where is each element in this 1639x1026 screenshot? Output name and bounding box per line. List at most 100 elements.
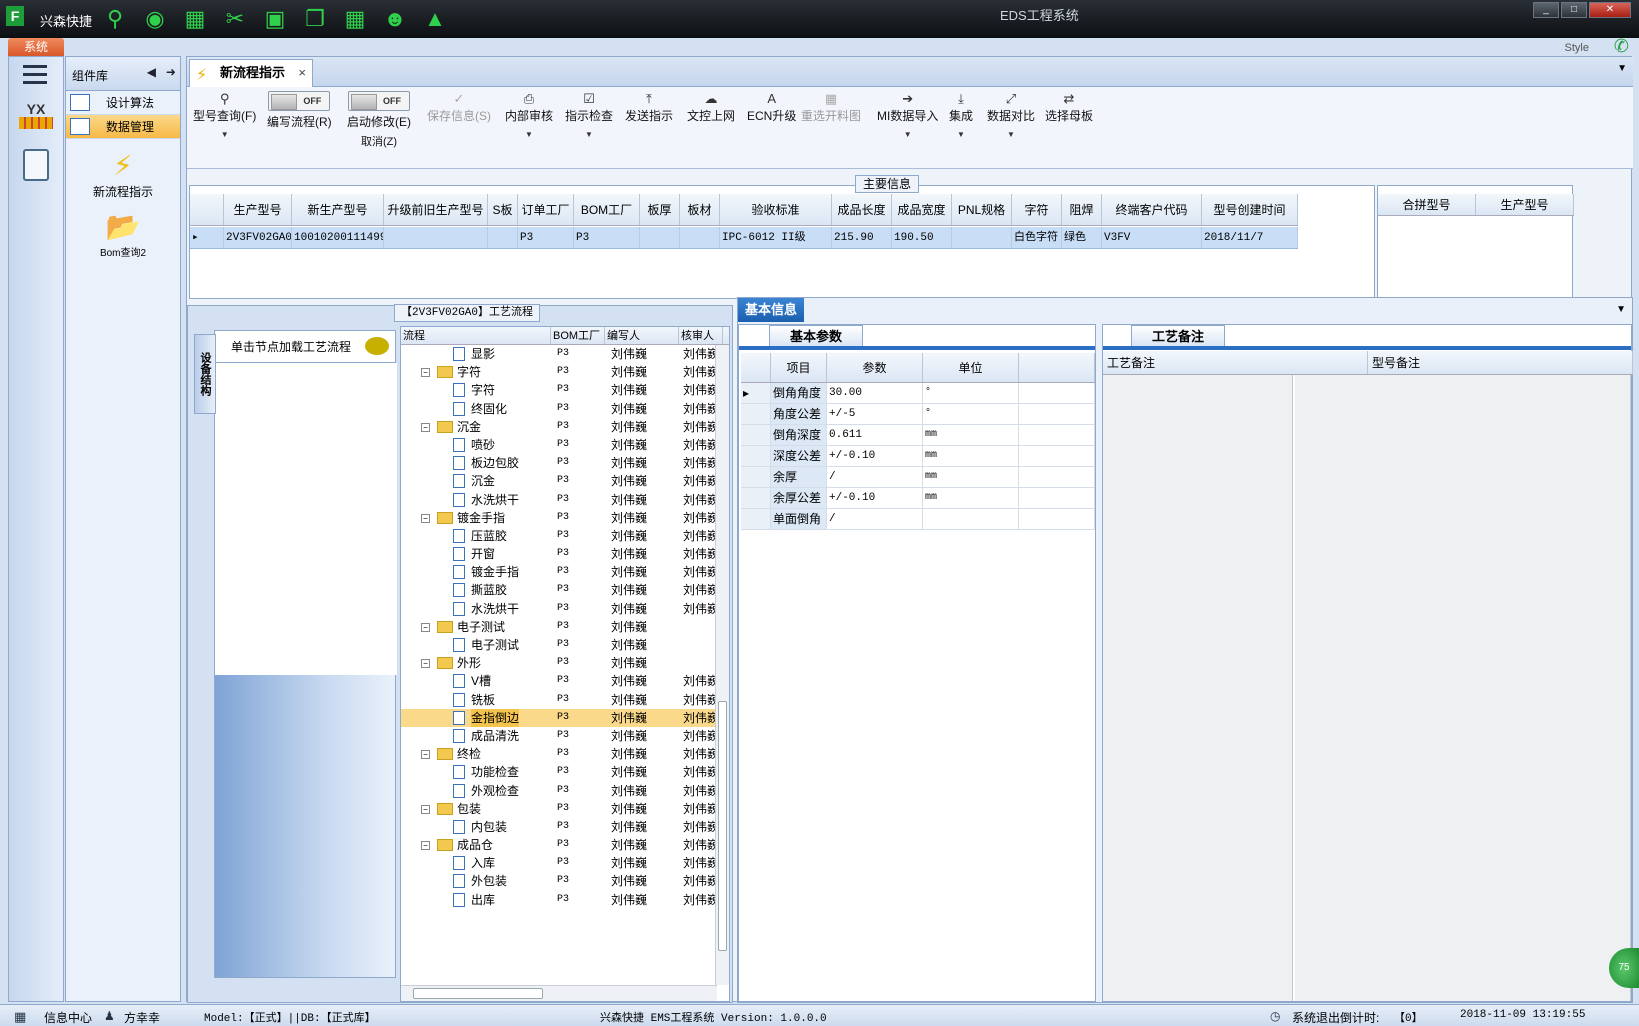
style-menu[interactable]: Style xyxy=(1565,42,1589,54)
doc-upload-button[interactable]: ☁ 文控上网 xyxy=(687,91,735,124)
tab-basic-info[interactable]: 基本信息 xyxy=(738,298,804,322)
column-header[interactable]: 合拼型号 xyxy=(1378,194,1476,215)
row-selector[interactable] xyxy=(741,446,771,466)
save-info-button[interactable]: ✓ 保存信息(S) xyxy=(427,91,491,124)
param-row[interactable]: 余厚 / mm xyxy=(741,467,1095,488)
column-header[interactable]: 核审人 xyxy=(679,327,723,344)
off-toggle[interactable]: OFF xyxy=(348,91,410,111)
column-header[interactable]: 板材 xyxy=(680,194,720,225)
param-unit[interactable]: mm xyxy=(923,467,1019,487)
tree-node[interactable]: 喷砂 P3 刘伟巍 刘伟巍 xyxy=(401,436,729,454)
param-unit[interactable]: ° xyxy=(923,383,1019,403)
tree-node[interactable]: 板边包胶 P3 刘伟巍 刘伟巍 xyxy=(401,454,729,472)
close-button[interactable]: ✕ xyxy=(1589,2,1631,18)
table-cell[interactable]: 2018/11/7 xyxy=(1202,227,1298,248)
column-header[interactable]: 生产型号 xyxy=(1476,194,1574,215)
table-cell[interactable] xyxy=(384,227,488,248)
tree-node[interactable]: 镀金手指 P3 刘伟巍 刘伟巍 xyxy=(401,563,729,581)
tree-node[interactable]: 字符 P3 刘伟巍 刘伟巍 xyxy=(401,381,729,399)
tree-node[interactable]: − 沉金 P3 刘伟巍 刘伟巍 xyxy=(401,418,729,436)
column-header[interactable]: 生产型号 xyxy=(224,194,292,225)
table-cell[interactable]: IPC-6012 II级 xyxy=(720,227,832,248)
tree-node[interactable]: 撕蓝胶 P3 刘伟巍 刘伟巍 xyxy=(401,581,729,599)
library-item-bom-query[interactable]: 📂 Bom查询2 xyxy=(66,210,180,259)
param-value[interactable]: 30.00 xyxy=(827,383,923,403)
process-notes-textarea[interactable] xyxy=(1103,375,1293,1001)
minimize-button[interactable]: _ xyxy=(1533,2,1559,18)
table-cell[interactable]: 10010200111499 xyxy=(292,227,384,248)
row-selector[interactable] xyxy=(741,509,771,529)
collapse-icon[interactable]: − xyxy=(421,659,430,669)
tree-node[interactable]: 内包装 P3 刘伟巍 刘伟巍 xyxy=(401,818,729,836)
tree-node[interactable]: 出库 P3 刘伟巍 刘伟巍 xyxy=(401,891,729,909)
param-unit[interactable]: mm xyxy=(923,446,1019,466)
row-selector[interactable] xyxy=(741,425,771,445)
row-selector[interactable] xyxy=(741,404,771,424)
select-master-button[interactable]: ⇄ 选择母板 xyxy=(1045,91,1093,124)
scrollbar-thumb[interactable] xyxy=(413,988,543,999)
tree-node[interactable]: 显影 P3 刘伟巍 刘伟巍 xyxy=(401,345,729,363)
horizontal-scrollbar[interactable] xyxy=(401,985,717,1001)
param-row[interactable]: 单面倒角 / xyxy=(741,509,1095,530)
column-header[interactable]: S板 xyxy=(488,194,518,225)
calculator-icon[interactable] xyxy=(23,149,49,181)
library-item-new-flow[interactable]: ⚡ 新流程指示 xyxy=(66,149,180,200)
column-header[interactable]: 流程 xyxy=(401,327,551,344)
start-modify-toggle[interactable]: OFF 启动修改(E) 取消(Z) xyxy=(347,91,411,149)
film-icon[interactable]: ▣ xyxy=(260,5,290,33)
column-header[interactable]: 验收标准 xyxy=(720,194,832,225)
chevron-down-icon[interactable]: ▼ xyxy=(1617,63,1627,74)
column-header[interactable]: 工艺备注 xyxy=(1103,351,1368,374)
mi-import-button[interactable]: ➔ MI数据导入 ▼ xyxy=(877,91,938,139)
tree-node[interactable]: 开窗 P3 刘伟巍 刘伟巍 xyxy=(401,545,729,563)
tree-node[interactable]: − 电子测试 P3 刘伟巍 xyxy=(401,618,729,636)
column-header[interactable]: BOM工厂 xyxy=(551,327,605,344)
copy-icon[interactable]: ❐ xyxy=(300,5,330,33)
tab-equipment-structure[interactable]: 设备结构 xyxy=(194,334,216,414)
search-icon[interactable]: ⚲ xyxy=(100,5,130,33)
collapse-icon[interactable]: − xyxy=(421,841,430,851)
param-row[interactable]: ▸ 倒角角度 30.00 ° xyxy=(741,383,1095,404)
collapse-arrow-icon[interactable]: ◀ ➜ xyxy=(147,65,176,79)
integration-button[interactable]: ⤓ 集成 ▼ xyxy=(949,91,973,139)
internal-review-button[interactable]: ⎙ 内部审核 ▼ xyxy=(505,91,553,139)
row-pointer-icon[interactable]: ▸ xyxy=(741,383,771,403)
lifebuoy-icon[interactable]: ◉ xyxy=(140,5,170,33)
column-header[interactable]: 阻焊 xyxy=(1062,194,1102,225)
row-selector[interactable] xyxy=(741,467,771,487)
tree-node[interactable]: V槽 P3 刘伟巍 刘伟巍 xyxy=(401,672,729,690)
scrollbar-thumb[interactable] xyxy=(718,701,727,951)
tree-node[interactable]: 金指倒边 P3 刘伟巍 刘伟巍 xyxy=(401,708,729,727)
tree-node[interactable]: 成品清洗 P3 刘伟巍 刘伟巍 xyxy=(401,727,729,745)
menu-icon[interactable] xyxy=(23,65,47,85)
param-value[interactable]: +/-5 xyxy=(827,404,923,424)
column-header[interactable]: 编写人 xyxy=(605,327,679,344)
collapse-icon[interactable]: − xyxy=(421,368,430,378)
tree-node[interactable]: − 字符 P3 刘伟巍 刘伟巍 xyxy=(401,363,729,381)
tab-basic-params[interactable]: 基本参数 xyxy=(769,325,864,347)
edit-flow-toggle[interactable]: OFF 编写流程(R) xyxy=(267,91,332,133)
maximize-button[interactable]: □ xyxy=(1561,2,1587,18)
tree-node[interactable]: 终固化 P3 刘伟巍 刘伟巍 xyxy=(401,400,729,418)
tree-node[interactable]: 入库 P3 刘伟巍 刘伟巍 xyxy=(401,854,729,872)
user-icon[interactable]: ☻ xyxy=(380,5,410,33)
tree-node[interactable]: 压蓝胶 P3 刘伟巍 刘伟巍 xyxy=(401,527,729,545)
library-item-data-management[interactable]: 数据管理 xyxy=(66,115,180,139)
table-cell[interactable]: 白色字符 xyxy=(1012,227,1062,248)
collapse-icon[interactable]: − xyxy=(421,622,430,632)
chevron-down-icon[interactable]: ▼ xyxy=(1616,304,1626,315)
tree-node[interactable]: − 终检 P3 刘伟巍 刘伟巍 xyxy=(401,745,729,763)
table-row[interactable]: ▸ 2V3FV02GA0 10010200111499 P3 P3 IPC-6012 II… xyxy=(190,227,1298,249)
tree-node[interactable]: − 镀金手指 P3 刘伟巍 刘伟巍 xyxy=(401,509,729,527)
tab-process-notes[interactable]: 工艺备注 xyxy=(1131,325,1226,347)
column-header[interactable]: 成品长度 xyxy=(832,194,892,225)
tree-node[interactable]: − 外形 P3 刘伟巍 xyxy=(401,654,729,672)
tree-node[interactable]: 外包装 P3 刘伟巍 刘伟巍 xyxy=(401,872,729,890)
yx-module-icon[interactable]: YX xyxy=(19,101,53,137)
param-row[interactable]: 倒角深度 0.611 mm xyxy=(741,425,1095,446)
tree-node[interactable]: 功能检查 P3 刘伟巍 刘伟巍 xyxy=(401,763,729,781)
table-cell[interactable]: P3 xyxy=(574,227,640,248)
windows-grid-icon[interactable]: ▦ xyxy=(14,1009,26,1025)
column-header[interactable]: 升级前旧生产型号 xyxy=(384,194,488,225)
column-header[interactable]: 成品宽度 xyxy=(892,194,952,225)
